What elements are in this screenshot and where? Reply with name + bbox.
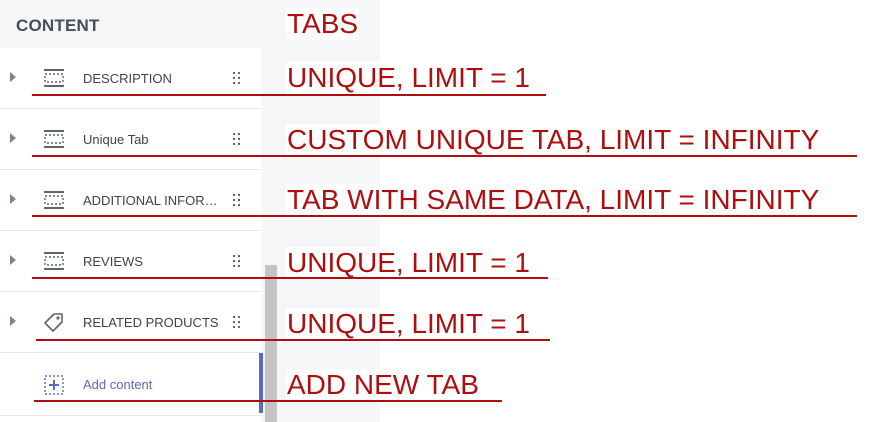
panel-header: CONTENT <box>0 0 262 49</box>
expand-caret-icon[interactable] <box>10 194 16 204</box>
active-indicator <box>259 353 263 413</box>
annotation-label: TAB WITH SAME DATA, LIMIT = INFINITY <box>286 184 821 216</box>
annotation-underline <box>36 339 550 341</box>
section-icon <box>44 130 64 148</box>
annotation-tabs-title: TABS <box>286 8 360 40</box>
panel-title: CONTENT <box>16 16 100 35</box>
expand-caret-icon[interactable] <box>10 255 16 265</box>
tag-icon <box>44 313 63 332</box>
annotation-label: CUSTOM UNIQUE TAB, LIMIT = INFINITY <box>286 124 821 156</box>
drag-handle-icon[interactable] <box>232 194 242 206</box>
annotation-underline <box>32 277 548 279</box>
add-content-button[interactable]: Add content <box>0 355 262 416</box>
add-content-label: Add content <box>83 377 153 392</box>
section-row-reviews[interactable]: REVIEWS <box>0 231 262 292</box>
annotation-underline <box>32 94 546 96</box>
expand-caret-icon[interactable] <box>10 316 16 326</box>
annotation-label: ADD NEW TAB <box>286 369 480 401</box>
expand-caret-icon[interactable] <box>10 72 16 82</box>
section-row-label: DESCRIPTION <box>83 71 172 86</box>
section-row-related-products[interactable]: RELATED PRODUCTS <box>0 292 262 353</box>
annotation-label: UNIQUE, LIMIT = 1 <box>286 62 531 94</box>
drag-handle-icon[interactable] <box>232 72 242 84</box>
section-row-unique-tab[interactable]: Unique Tab <box>0 109 262 170</box>
content-panel: CONTENT DESCRIPTION Unique Tab ADDITIONA <box>0 0 262 422</box>
section-row-additional-information[interactable]: ADDITIONAL INFOR… <box>0 170 262 231</box>
scrollbar-thumb[interactable] <box>265 265 277 422</box>
section-row-label: ADDITIONAL INFOR… <box>83 193 218 208</box>
drag-handle-icon[interactable] <box>232 255 242 267</box>
section-row-label: REVIEWS <box>83 254 143 269</box>
section-icon <box>44 191 64 209</box>
annotation-label: UNIQUE, LIMIT = 1 <box>286 308 531 340</box>
annotation-underline <box>32 155 857 157</box>
section-icon <box>44 252 64 270</box>
annotation-underline <box>34 400 502 402</box>
add-section-icon <box>44 375 64 395</box>
drag-handle-icon[interactable] <box>232 133 242 145</box>
section-row-label: Unique Tab <box>83 132 149 147</box>
section-row-label: RELATED PRODUCTS <box>83 315 219 330</box>
annotation-underline <box>32 215 857 217</box>
expand-caret-icon[interactable] <box>10 133 16 143</box>
drag-handle-icon[interactable] <box>232 316 242 328</box>
annotation-label: UNIQUE, LIMIT = 1 <box>286 247 531 279</box>
section-row-description[interactable]: DESCRIPTION <box>0 48 262 109</box>
section-icon <box>44 69 64 87</box>
